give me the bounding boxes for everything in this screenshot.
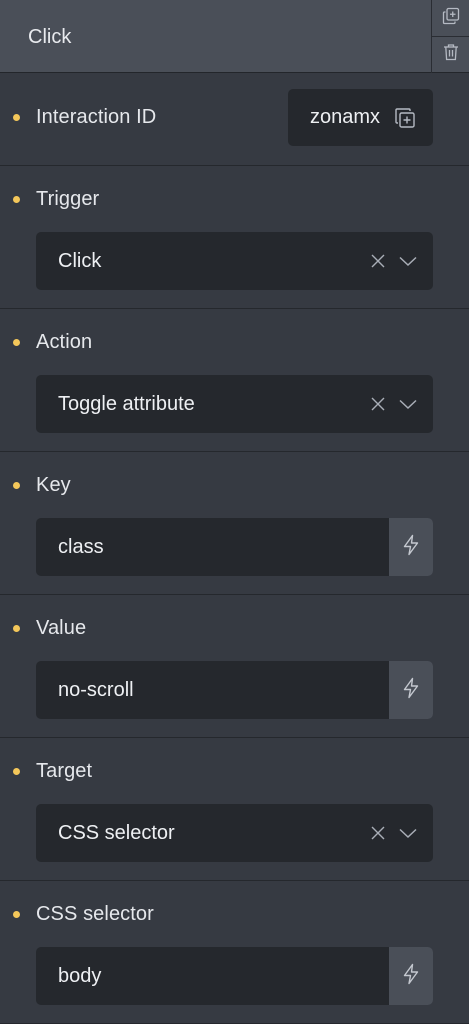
action-value: Toggle attribute [58,393,195,415]
status-dot [13,196,20,203]
dynamic-data-button[interactable] [389,518,433,576]
clear-icon[interactable] [370,825,386,841]
target-select[interactable]: CSS selector [36,804,433,862]
trigger-select[interactable]: Click [36,232,433,290]
interaction-id-label: Interaction ID [36,106,157,128]
copy-icon [394,107,416,129]
key-value: class [58,536,104,558]
bolt-icon [401,963,421,990]
action-section: Action Toggle attribute [0,309,469,452]
clear-icon[interactable] [370,396,386,412]
duplicate-button[interactable] [432,0,469,37]
value-label: Value [36,617,87,639]
header-actions [431,0,469,73]
target-label: Target [36,760,93,782]
status-dot [13,339,20,346]
dynamic-data-button[interactable] [389,947,433,1005]
trigger-value: Click [58,250,102,272]
value-section: Value no-scroll [0,595,469,738]
interaction-title: Click [28,26,72,48]
value-value: no-scroll [58,679,134,701]
interaction-id-section: Interaction ID zonamx [0,73,469,166]
target-section: Target CSS selector [0,738,469,881]
status-dot [13,911,20,918]
css-selector-input[interactable]: body [36,947,433,1005]
key-input[interactable]: class [36,518,433,576]
bolt-icon [401,534,421,561]
chevron-down-icon[interactable] [398,253,418,269]
trigger-label: Trigger [36,188,100,210]
clear-icon[interactable] [370,253,386,269]
value-input[interactable]: no-scroll [36,661,433,719]
action-select[interactable]: Toggle attribute [36,375,433,433]
status-dot [13,768,20,775]
interaction-id-value: zonamx [310,106,381,128]
status-dot [13,625,20,632]
status-dot [13,114,20,121]
css-selector-label: CSS selector [36,903,154,925]
interaction-panel: Click Interaction ID zonamx Trigger Clic… [0,0,469,1024]
interaction-header[interactable]: Click [0,0,469,73]
trigger-section: Trigger Click [0,166,469,309]
chevron-down-icon[interactable] [398,825,418,841]
action-label: Action [36,331,93,353]
chevron-down-icon[interactable] [398,396,418,412]
trash-icon [443,43,459,66]
target-value: CSS selector [58,822,175,844]
key-label: Key [36,474,71,496]
duplicate-icon [442,7,460,30]
bolt-icon [401,677,421,704]
css-selector-section: CSS selector body [0,881,469,1024]
dynamic-data-button[interactable] [389,661,433,719]
key-section: Key class [0,452,469,595]
status-dot [13,482,20,489]
interaction-id-copy-button[interactable]: zonamx [288,89,433,146]
css-selector-value: body [58,965,102,987]
delete-button[interactable] [432,37,469,72]
